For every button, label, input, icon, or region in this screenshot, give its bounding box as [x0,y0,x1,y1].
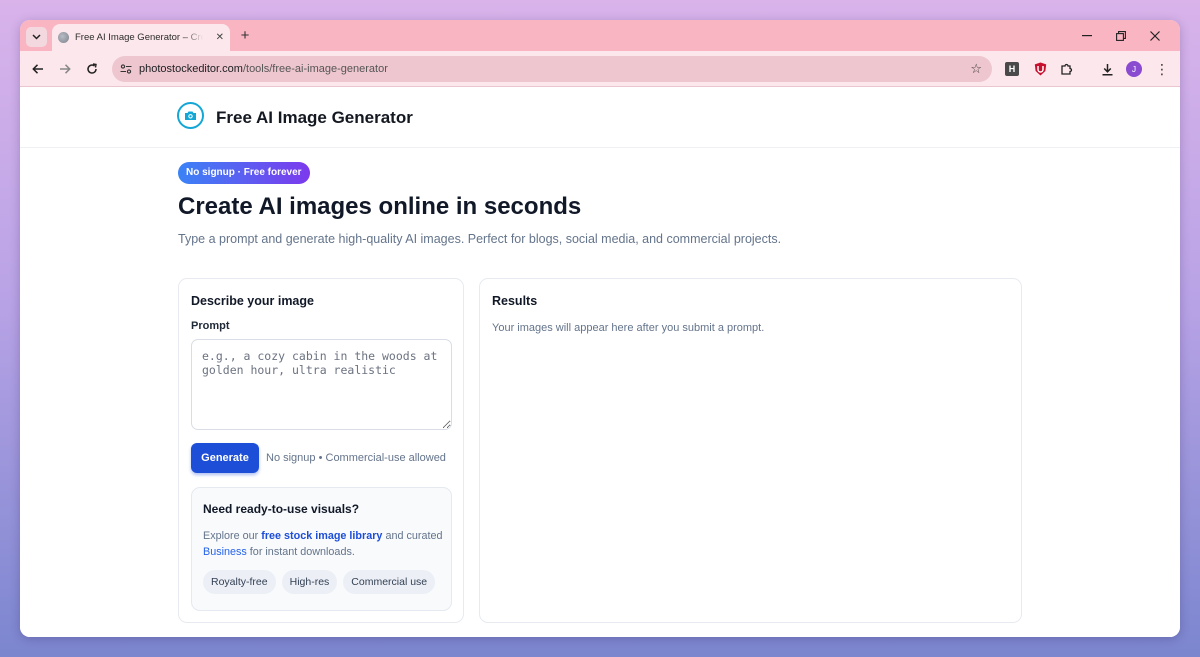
menu-kebab-icon[interactable]: ⋮ [1154,61,1170,77]
page-content: Free AI Image Generator No signup · Free… [20,87,1180,637]
address-bar[interactable]: photostockeditor.com/tools/free-ai-image… [112,56,992,82]
forward-icon[interactable] [55,59,75,79]
close-tab-icon[interactable]: ✕ [216,32,224,43]
url-host: photostockeditor.com [139,63,243,75]
chevron-down-icon [32,34,41,40]
tab-strip: Free AI Image Generator – Create AI imag… [20,20,1180,51]
reload-icon[interactable] [82,59,102,79]
extension-h-icon[interactable]: H [1005,62,1019,76]
new-tab-button[interactable]: + [235,26,255,46]
puzzle-extensions-icon[interactable] [1059,61,1075,77]
tab-title: Free AI Image Generator – Create AI imag… [75,32,203,43]
generate-button[interactable]: Generate [191,443,259,473]
page-subtitle: Type a prompt and generate high-quality … [178,232,782,246]
results-empty-text: Your images will appear here after you s… [492,322,765,334]
prompt-input[interactable] [191,339,452,430]
chip-royalty-free[interactable]: Royalty-free [203,570,276,594]
prompt-card-title: Describe your image [191,294,314,308]
camera-logo-icon[interactable] [177,102,204,129]
promo-text-prefix: Explore our [203,530,262,542]
globe-icon [58,32,69,43]
site-title[interactable]: Free AI Image Generator [216,108,413,128]
back-icon[interactable] [28,59,48,79]
promo-text-middle: and curated [382,530,443,542]
feature-chips: Royalty-free High-res Commercial use [203,570,436,594]
stock-library-link[interactable]: free stock image library [261,530,382,542]
business-link[interactable]: Business [203,546,247,558]
status-badge: No signup · Free forever [178,162,310,184]
tab-active[interactable]: Free AI Image Generator – Create AI imag… [52,24,230,51]
promo-text: Explore our free stock image library and… [203,528,443,560]
close-window-icon[interactable] [1138,26,1172,46]
url-text: photostockeditor.com/tools/free-ai-image… [139,63,388,75]
prompt-label: Prompt [191,320,230,332]
browser-window: Free AI Image Generator – Create AI imag… [20,20,1180,637]
profile-avatar[interactable]: J [1126,61,1142,77]
chip-high-res[interactable]: High-res [281,570,338,594]
results-card: Results Your images will appear here aft… [479,278,1022,623]
tab-search-button[interactable] [26,27,47,47]
bookmark-star-icon[interactable]: ☆ [970,61,982,77]
promo-card: Need ready-to-use visuals? Explore our f… [191,487,452,611]
restore-icon[interactable] [1104,26,1138,46]
window-controls [1070,26,1172,46]
download-icon[interactable] [1099,61,1115,77]
results-title: Results [492,294,538,308]
promo-text-suffix: for instant downloads. [246,546,355,558]
shield-extension-icon[interactable] [1032,61,1048,77]
generate-note: No signup • Commercial-use allowed [266,452,446,464]
site-header: Free AI Image Generator [20,87,1180,148]
chip-commercial-use[interactable]: Commercial use [343,570,436,594]
url-path: /tools/free-ai-image-generator [242,63,388,75]
page-title: Create AI images online in seconds [178,193,582,220]
browser-toolbar: photostockeditor.com/tools/free-ai-image… [20,51,1180,87]
promo-title: Need ready-to-use visuals? [203,502,360,516]
site-info-icon[interactable] [119,62,133,76]
minimize-icon[interactable] [1070,26,1104,46]
prompt-card: Describe your image Prompt Generate No s… [178,278,464,623]
